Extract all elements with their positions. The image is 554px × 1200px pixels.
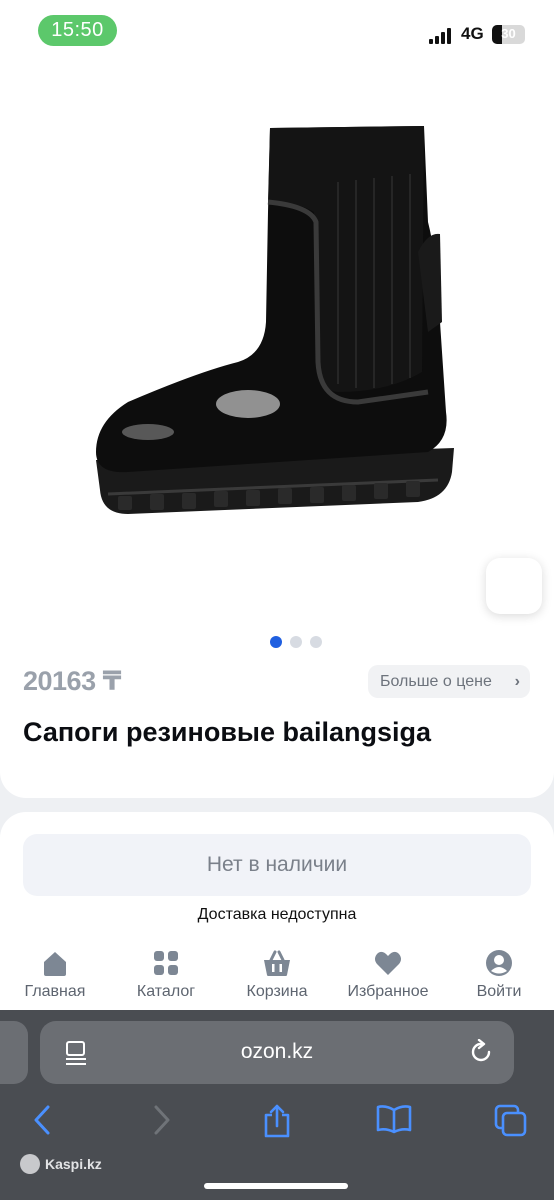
status-time: 15:50 <box>38 15 117 46</box>
tab-cart[interactable]: Корзина <box>227 948 327 1001</box>
out-of-stock-button[interactable]: Нет в наличии <box>23 834 531 896</box>
tab-label: Главная <box>24 983 86 1000</box>
bookmarks-icon[interactable] <box>376 1104 412 1134</box>
home-icon <box>44 952 66 976</box>
user-icon <box>486 950 512 976</box>
tab-login[interactable]: Войти <box>449 948 549 1001</box>
network-type: 4G <box>461 24 484 43</box>
catalog-icon <box>154 951 178 975</box>
battery-level: 30 <box>501 26 516 41</box>
tabs-icon[interactable] <box>494 1104 528 1138</box>
heart-icon <box>375 951 401 975</box>
watermark: Kaspi.kz <box>20 1154 102 1174</box>
watermark-text: Kaspi.kz <box>45 1156 102 1172</box>
tab-label: Избранное <box>347 983 429 1000</box>
product-card: 20163 ₸ Больше о цене › Сапоги резиновые… <box>0 66 554 798</box>
photo-search-button[interactable] <box>486 558 542 614</box>
price-more-button[interactable]: Больше о цене › <box>368 665 530 698</box>
gallery-dot[interactable] <box>290 636 302 648</box>
screen: 15:50 4G 30 20163 ₸ Больше о цене › Сапо… <box>0 0 554 1200</box>
forward-icon[interactable] <box>150 1104 174 1136</box>
reload-icon[interactable] <box>468 1039 494 1065</box>
tab-label: Каталог <box>136 983 196 1000</box>
boot-image <box>96 126 454 514</box>
gallery-dot[interactable] <box>270 636 282 648</box>
tab-home[interactable]: Главная <box>5 948 105 1001</box>
chevron-right-icon: › <box>514 673 520 690</box>
signal-icon <box>429 28 455 44</box>
basket-icon <box>264 950 290 976</box>
address-bar[interactable]: ozon.kz <box>40 1021 514 1084</box>
status-bar: 15:50 4G 30 <box>0 0 554 66</box>
gallery-dot[interactable] <box>310 636 322 648</box>
gallery-pagination <box>270 636 322 648</box>
home-indicator <box>204 1183 348 1189</box>
url-text: ozon.kz <box>240 1040 314 1063</box>
tab-catalog[interactable]: Каталог <box>116 948 216 1001</box>
browser-chrome: ozon.kz Kaspi.kz <box>0 1010 554 1200</box>
kaspi-logo-icon <box>20 1154 40 1174</box>
previous-tab-preview[interactable] <box>0 1021 28 1084</box>
product-gallery[interactable] <box>0 66 554 626</box>
tab-label: Корзина <box>246 983 308 1000</box>
price-more-label: Больше о цене <box>380 673 492 690</box>
delivery-status: Доставка недоступна <box>197 906 357 923</box>
battery-icon: 30 <box>492 25 525 44</box>
product-title: Сапоги резиновые bailangsiga <box>23 717 432 747</box>
tab-favorites[interactable]: Избранное <box>338 948 438 1001</box>
share-icon[interactable] <box>262 1104 292 1138</box>
back-icon[interactable] <box>30 1104 54 1136</box>
bottom-tab-bar: Главная Каталог Корзина Избранное Войти <box>0 940 554 1010</box>
tab-label: Войти <box>476 983 522 1000</box>
product-price: 20163 ₸ <box>23 666 121 696</box>
